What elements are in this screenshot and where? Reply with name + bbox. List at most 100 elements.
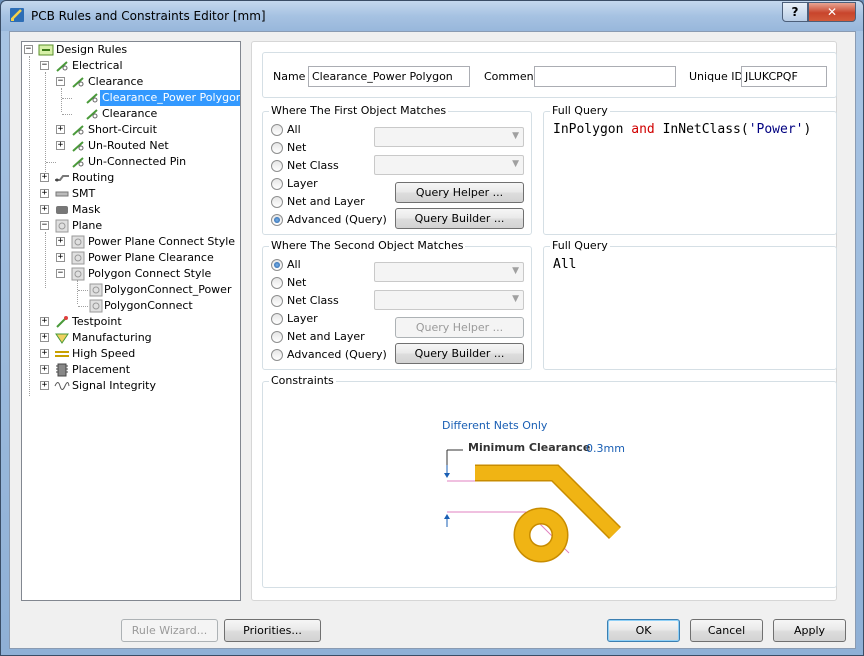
second-query-builder-button[interactable]: Query Builder ...	[395, 343, 524, 364]
expand-icon[interactable]: +	[56, 141, 65, 150]
window-title: PCB Rules and Constraints Editor [mm]	[31, 9, 266, 23]
tree-label: Manufacturing	[72, 331, 152, 344]
chevron-down-icon: ▼	[512, 266, 519, 276]
testpoint-icon	[56, 316, 68, 328]
tree-label: SMT	[72, 187, 96, 200]
expand-icon[interactable]: +	[40, 333, 49, 342]
tree-label: Un-Routed Net	[88, 139, 169, 152]
second-full-query-group: Full Query All	[543, 239, 837, 370]
first-net-combo[interactable]: ▼	[374, 127, 524, 147]
design-rules-icon	[38, 44, 54, 56]
radio-icon[interactable]	[271, 349, 283, 361]
plane-icon	[55, 219, 69, 233]
plane-clearance-icon	[71, 251, 85, 265]
expand-icon[interactable]: +	[40, 349, 49, 358]
collapse-icon[interactable]: −	[56, 77, 65, 86]
expand-icon[interactable]: +	[56, 237, 65, 246]
routing-icon	[55, 175, 69, 182]
placement-icon	[56, 363, 68, 377]
chevron-down-icon: ▼	[512, 131, 519, 141]
signal-integrity-icon	[54, 382, 70, 390]
constraints-title: Constraints	[269, 374, 336, 388]
chevron-down-icon: ▼	[512, 159, 519, 169]
dialog-client: − Design Rules − Electrical − Clearance …	[9, 31, 856, 649]
radio-icon[interactable]	[271, 160, 283, 172]
polygon-rule-icon	[89, 283, 103, 297]
title-bar[interactable]: PCB Rules and Constraints Editor [mm] ? …	[1, 1, 863, 31]
polygon-rule-icon	[89, 299, 103, 313]
first-query-helper-button[interactable]: Query Helper ...	[395, 182, 524, 203]
tree-label: Placement	[72, 363, 131, 376]
tree-label: Mask	[72, 203, 101, 216]
ok-button[interactable]: OK	[607, 619, 680, 642]
apply-button[interactable]: Apply	[773, 619, 846, 642]
collapse-icon[interactable]: −	[56, 269, 65, 278]
expand-icon[interactable]: +	[40, 365, 49, 374]
name-label: Name	[273, 70, 306, 83]
help-button[interactable]: ?	[782, 2, 808, 22]
cancel-button[interactable]: Cancel	[690, 619, 763, 642]
expand-icon[interactable]: +	[40, 173, 49, 182]
radio-icon[interactable]	[271, 142, 283, 154]
expand-icon[interactable]: +	[56, 125, 65, 134]
tree-label: Short-Circuit	[88, 123, 157, 136]
second-net-class-combo[interactable]: ▼	[374, 290, 524, 310]
smt-icon	[55, 191, 69, 197]
expand-icon[interactable]: +	[40, 317, 49, 326]
expand-icon[interactable]: +	[40, 381, 49, 390]
minimum-clearance-label: Minimum Clearance	[468, 441, 591, 454]
tree-label: Polygon Connect Style	[88, 267, 212, 280]
expand-icon[interactable]: +	[40, 189, 49, 198]
first-full-query-group: Full Query InPolygon and InNetClass('Pow…	[543, 104, 837, 235]
tree-label: Power Plane Clearance	[88, 251, 214, 264]
close-button[interactable]: ✕	[808, 2, 856, 22]
un-routed-net-icon	[72, 141, 84, 152]
mask-icon	[56, 206, 68, 214]
radio-selected-icon[interactable]	[271, 214, 283, 226]
tree-label: Testpoint	[72, 315, 122, 328]
second-query-helper-button[interactable]: Query Helper ...	[395, 317, 524, 338]
radio-icon[interactable]	[271, 313, 283, 325]
different-nets-only-label[interactable]: Different Nets Only	[442, 419, 547, 433]
radio-icon[interactable]	[271, 196, 283, 208]
collapse-icon[interactable]: −	[40, 61, 49, 70]
expand-icon[interactable]: +	[56, 253, 65, 262]
radio-icon[interactable]	[271, 178, 283, 190]
priorities-button[interactable]: Priorities...	[224, 619, 321, 642]
first-object-title: Where The First Object Matches	[269, 104, 449, 118]
expand-icon[interactable]: +	[40, 205, 49, 214]
radio-icon[interactable]	[271, 124, 283, 136]
tree-label: Power Plane Connect Style	[88, 235, 236, 248]
minimum-clearance-value[interactable]: 0.3mm	[586, 442, 625, 456]
plane-connect-icon	[71, 235, 85, 249]
tree-label: High Speed	[72, 347, 136, 360]
chevron-down-icon: ▼	[512, 294, 519, 304]
first-net-class-combo[interactable]: ▼	[374, 155, 524, 175]
tree-label: Routing	[72, 171, 115, 184]
collapse-icon[interactable]: −	[24, 45, 33, 54]
comment-field[interactable]	[534, 66, 676, 87]
rule-tree[interactable]: − Design Rules − Electrical − Clearance …	[21, 41, 241, 601]
clearance-diagram	[444, 449, 622, 563]
first-full-query-text[interactable]: InPolygon and InNetClass('Power')	[553, 122, 811, 138]
tree-label: Signal Integrity	[72, 379, 156, 392]
tree-label: Clearance	[88, 75, 144, 88]
name-field[interactable]: Clearance_Power Polygon	[308, 66, 470, 87]
rule-wizard-button[interactable]: Rule Wizard...	[121, 619, 218, 642]
radio-icon[interactable]	[271, 295, 283, 307]
radio-selected-icon[interactable]	[271, 259, 283, 271]
second-full-query-text[interactable]: All	[553, 257, 576, 273]
dialog-window: PCB Rules and Constraints Editor [mm] ? …	[0, 0, 864, 656]
unique-id-field[interactable]: JLUKCPQF	[741, 66, 827, 87]
high-speed-icon	[55, 351, 69, 357]
second-object-matches-group: Where The Second Object Matches All Net …	[262, 239, 532, 370]
collapse-icon[interactable]: −	[40, 221, 49, 230]
manufacturing-icon	[55, 333, 69, 344]
radio-icon[interactable]	[271, 277, 283, 289]
unique-id-label: Unique ID	[689, 70, 744, 83]
tree-label: Un-Connected Pin	[88, 155, 187, 168]
second-net-combo[interactable]: ▼	[374, 262, 524, 282]
clearance-icon	[72, 77, 84, 88]
radio-icon[interactable]	[271, 331, 283, 343]
first-query-builder-button[interactable]: Query Builder ...	[395, 208, 524, 229]
